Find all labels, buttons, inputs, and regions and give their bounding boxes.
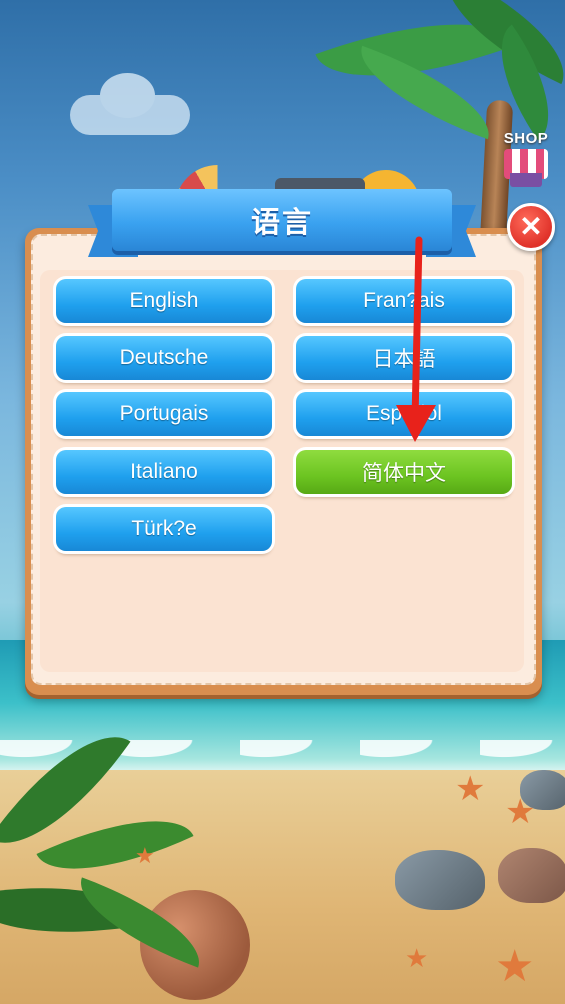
language-button-deutsche[interactable]: Deutsche	[56, 336, 272, 380]
close-icon: ✕	[519, 211, 543, 242]
rock-decoration	[498, 848, 565, 903]
cloud-decoration	[70, 73, 190, 135]
language-label: Portugais	[119, 402, 209, 425]
language-label: Deutsche	[119, 346, 209, 369]
language-button-portugais[interactable]: Portugais	[56, 392, 272, 436]
dialog-title: 语言	[250, 207, 313, 239]
language-label: Fran?ais	[363, 289, 445, 312]
language-label: Español	[366, 402, 442, 425]
language-button-turkce[interactable]: Türk?e	[56, 507, 272, 551]
title-ribbon: 语言	[112, 189, 452, 251]
language-button-simplified-chinese[interactable]: 简体中文	[296, 450, 512, 494]
language-label: Türk?e	[131, 517, 197, 540]
starfish-icon: ★	[495, 942, 535, 991]
language-label: 简体中文	[362, 462, 446, 485]
rock-decoration	[395, 850, 485, 910]
language-button-francais[interactable]: Fran?ais	[296, 279, 512, 323]
language-button-english[interactable]: English	[56, 279, 272, 323]
language-label: 日本語	[372, 348, 436, 371]
language-label: English	[129, 289, 199, 312]
starfish-icon: ★	[455, 770, 486, 808]
shop-label: SHOP	[503, 130, 549, 147]
starfish-icon: ★	[135, 843, 155, 868]
language-label: Italiano	[130, 460, 198, 483]
language-button-italiano[interactable]: Italiano	[56, 450, 272, 494]
starfish-icon: ★	[505, 793, 536, 831]
shop-icon	[504, 149, 548, 187]
shop-button[interactable]: SHOP	[498, 130, 554, 187]
close-button[interactable]: ✕	[507, 203, 555, 251]
language-button-japanese[interactable]: 日本語	[296, 336, 512, 380]
starfish-icon: ★	[405, 943, 429, 973]
language-button-espanol[interactable]: Español	[296, 392, 512, 436]
